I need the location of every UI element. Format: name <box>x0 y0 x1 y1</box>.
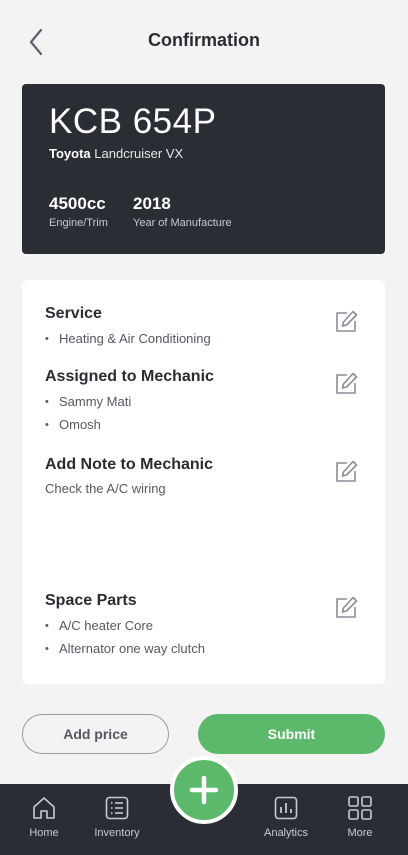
bullet-dot: • <box>45 332 49 345</box>
service-title: Service <box>45 305 102 322</box>
plus-icon <box>189 775 219 805</box>
edit-icon <box>336 372 358 394</box>
part-item: A/C heater Core <box>59 618 153 633</box>
edit-service-button[interactable] <box>333 309 359 335</box>
year-label: Year of Manufacture <box>133 217 232 229</box>
submit-button[interactable]: Submit <box>198 714 385 754</box>
license-plate: KCB 654P <box>49 102 217 141</box>
grid-icon <box>348 796 372 820</box>
year-value: 2018 <box>133 194 171 213</box>
vehicle-make: Toyota <box>49 146 91 161</box>
note-section: Add Note to Mechanic Check the A/C wirin… <box>45 456 345 496</box>
mechanic-item: Omosh <box>59 417 101 432</box>
edit-parts-button[interactable] <box>333 595 359 621</box>
edit-icon <box>336 310 358 332</box>
parts-section: Space Parts • A/C heater Core • Alternat… <box>45 592 345 656</box>
details-card: Service • Heating & Air Conditioning Ass… <box>22 280 385 684</box>
nav-inventory[interactable]: Inventory <box>85 794 149 839</box>
nav-more-label: More <box>347 827 373 839</box>
home-icon <box>33 797 55 819</box>
bullet-dot: • <box>45 619 49 632</box>
nav-home-label: Home <box>29 827 59 839</box>
nav-analytics-label: Analytics <box>263 827 309 839</box>
add-price-button[interactable]: Add price <box>22 714 169 754</box>
mechanic-section: Assigned to Mechanic • Sammy Mati • Omos… <box>45 368 345 432</box>
service-item: Heating & Air Conditioning <box>59 331 211 346</box>
add-button[interactable] <box>170 756 238 824</box>
edit-mechanic-button[interactable] <box>333 371 359 397</box>
list-item: • Heating & Air Conditioning <box>45 331 345 346</box>
list-item: • Sammy Mati <box>45 394 345 409</box>
service-section: Service • Heating & Air Conditioning <box>45 305 345 346</box>
list-item: • Omosh <box>45 417 345 432</box>
bullet-dot: • <box>45 395 49 408</box>
page-title: Confirmation <box>148 30 260 50</box>
edit-icon <box>336 460 358 482</box>
vehicle-card: KCB 654P Toyota Landcruiser VX 4500cc En… <box>22 84 385 254</box>
vehicle-model-name: Landcruiser VX <box>94 146 184 161</box>
header: Confirmation <box>0 0 408 84</box>
edit-note-button[interactable] <box>333 459 359 485</box>
bullet-dot: • <box>45 418 49 431</box>
engine-spec: 4500cc Engine/Trim <box>49 194 108 229</box>
note-text: Check the A/C wiring <box>45 481 166 496</box>
engine-value: 4500cc <box>49 194 106 213</box>
edit-icon <box>336 596 358 618</box>
list-item: • Alternator one way clutch <box>45 641 345 656</box>
bullet-dot: • <box>45 642 49 655</box>
nav-inventory-label: Inventory <box>94 827 140 839</box>
parts-title: Space Parts <box>45 592 137 609</box>
vehicle-model: Toyota Landcruiser VX <box>49 146 183 161</box>
part-item: Alternator one way clutch <box>59 641 205 656</box>
engine-label: Engine/Trim <box>49 217 108 229</box>
year-spec: 2018 Year of Manufacture <box>133 194 232 229</box>
nav-analytics[interactable]: Analytics <box>254 794 318 839</box>
note-title: Add Note to Mechanic <box>45 456 214 473</box>
mechanic-item: Sammy Mati <box>59 394 132 409</box>
mechanic-title: Assigned to Mechanic <box>45 368 214 385</box>
bar-chart-icon <box>274 796 298 820</box>
list-icon <box>105 796 129 820</box>
nav-home[interactable]: Home <box>12 794 76 839</box>
list-item: • A/C heater Core <box>45 618 345 633</box>
nav-more[interactable]: More <box>328 794 392 839</box>
